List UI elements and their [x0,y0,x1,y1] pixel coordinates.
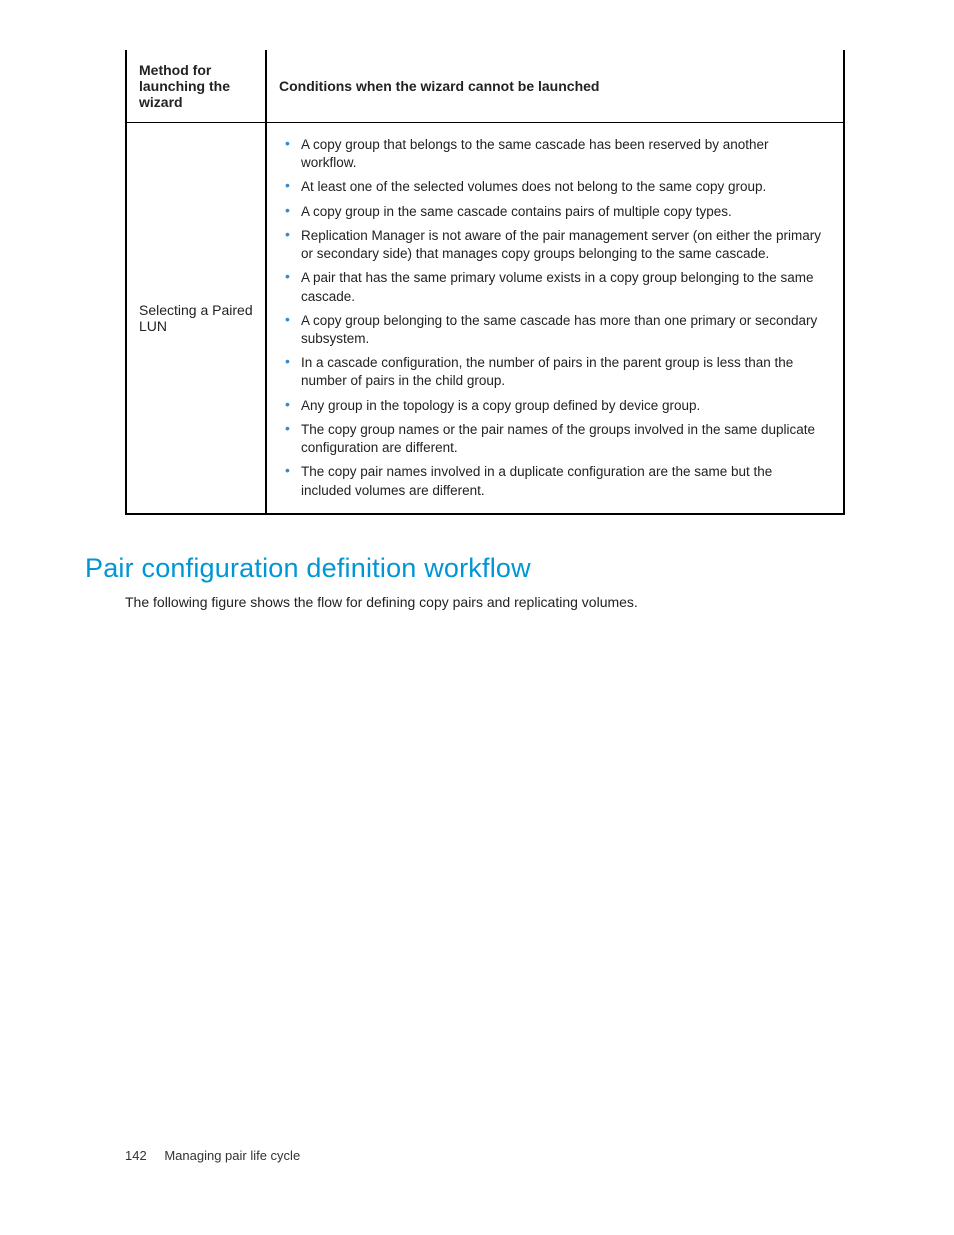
list-item: In a cascade configuration, the number o… [285,351,821,393]
header-conditions: Conditions when the wizard cannot be lau… [266,50,844,123]
cell-method: Selecting a Paired LUN [126,123,266,514]
list-item: Replication Manager is not aware of the … [285,224,821,266]
list-item: The copy pair names involved in a duplic… [285,460,821,502]
document-page: Method for launching the wizard Conditio… [0,0,954,1235]
list-item: A pair that has the same primary volume … [285,266,821,308]
list-item: The copy group names or the pair names o… [285,418,821,460]
table-row: Selecting a Paired LUN A copy group that… [126,123,844,514]
table-header-row: Method for launching the wizard Conditio… [126,50,844,123]
list-item: A copy group belonging to the same casca… [285,309,821,351]
section-heading: Pair configuration definition workflow [85,553,844,584]
page-footer: 142 Managing pair life cycle [125,1148,300,1163]
cell-conditions: A copy group that belongs to the same ca… [266,123,844,514]
section-intro: The following figure shows the flow for … [125,594,844,610]
list-item: A copy group in the same cascade contain… [285,200,821,224]
conditions-list: A copy group that belongs to the same ca… [267,129,833,507]
chapter-title: Managing pair life cycle [164,1148,300,1163]
list-item: A copy group that belongs to the same ca… [285,133,821,175]
page-number: 142 [125,1148,147,1163]
conditions-table: Method for launching the wizard Conditio… [125,50,845,515]
list-item: At least one of the selected volumes doe… [285,175,821,199]
list-item: Any group in the topology is a copy grou… [285,394,821,418]
header-method: Method for launching the wizard [126,50,266,123]
